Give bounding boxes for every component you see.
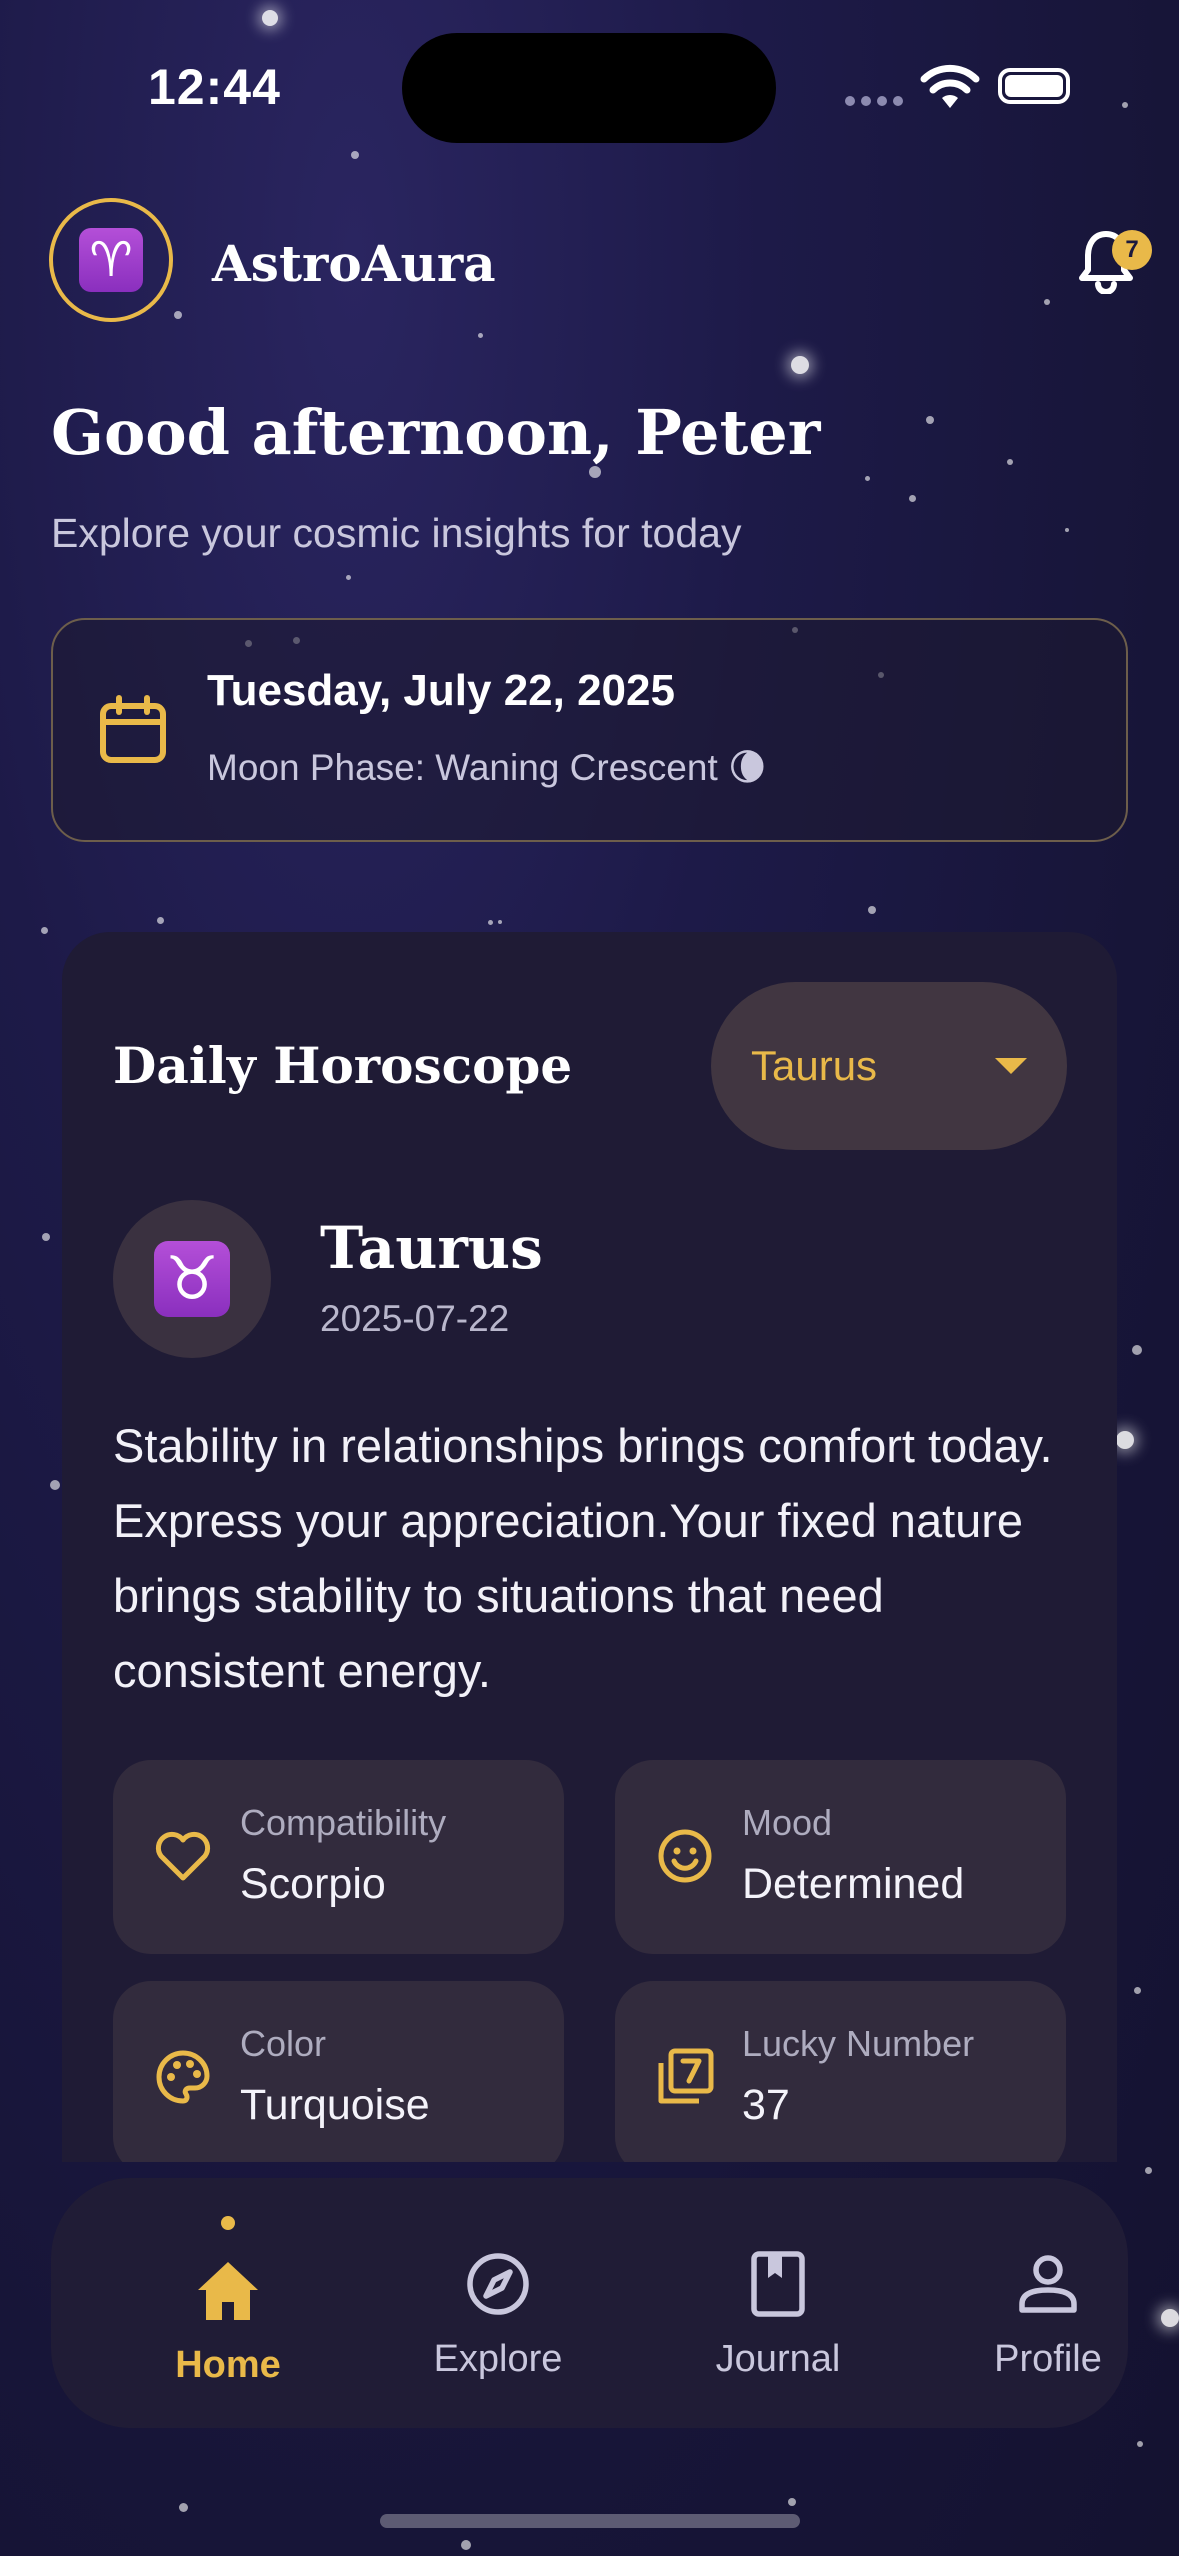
star xyxy=(908,494,916,502)
star xyxy=(345,574,351,580)
selected-sign: Taurus xyxy=(751,1042,878,1089)
star xyxy=(262,10,278,26)
status-time: 12:44 xyxy=(148,59,281,115)
number-icon xyxy=(658,2048,714,2104)
sign-name: Taurus xyxy=(320,1214,543,1282)
horoscope-title: Daily Horoscope xyxy=(113,1036,573,1095)
stat-value: Turquoise xyxy=(240,2081,430,2129)
home-icon xyxy=(198,2262,258,2320)
nav-profile[interactable]: Profile xyxy=(948,2178,1148,2428)
stat-label: Mood xyxy=(742,1802,833,1843)
star xyxy=(156,916,164,924)
star xyxy=(40,926,48,934)
calendar-icon xyxy=(100,695,166,763)
star xyxy=(1122,102,1128,108)
nav-journal[interactable]: Journal xyxy=(678,2178,878,2428)
smiley-icon xyxy=(658,1829,712,1883)
app-logo[interactable]: ♈ xyxy=(49,198,173,322)
notification-badge: 7 xyxy=(1112,230,1152,270)
star xyxy=(1137,2441,1143,2447)
star xyxy=(868,906,876,914)
star xyxy=(1133,1986,1141,1994)
compass-icon xyxy=(467,2253,529,2315)
star xyxy=(461,2540,471,2550)
zodiac-sign-dropdown[interactable]: Taurus xyxy=(711,982,1067,1150)
wifi-icon xyxy=(920,64,980,108)
greeting-title: Good afternoon, Peter xyxy=(51,396,821,469)
star xyxy=(1116,1431,1134,1449)
star xyxy=(178,2502,188,2512)
stat-label: Compatibility xyxy=(240,1802,447,1843)
star xyxy=(351,151,359,159)
journal-icon xyxy=(751,2251,805,2317)
current-date: Tuesday, July 22, 2025 xyxy=(207,666,675,715)
star xyxy=(1044,299,1050,305)
star xyxy=(926,416,934,424)
greeting-subtitle: Explore your cosmic insights for today xyxy=(51,510,742,556)
chevron-down-icon xyxy=(995,1058,1027,1074)
stat-label: Color xyxy=(240,2023,327,2064)
sign-avatar: ♉ xyxy=(113,1200,271,1358)
taurus-icon: ♉ xyxy=(154,1241,230,1317)
star xyxy=(788,2498,796,2506)
star xyxy=(487,919,493,925)
active-indicator xyxy=(221,2216,235,2230)
palette-icon xyxy=(156,2050,210,2104)
star xyxy=(1144,2166,1152,2174)
horoscope-text: Stability in relationships brings comfor… xyxy=(113,1419,1053,1697)
app-title: AstroAura xyxy=(212,234,496,293)
cellular-signal-icon xyxy=(845,96,903,106)
profile-icon xyxy=(1019,2255,1077,2313)
star xyxy=(498,920,502,924)
daily-horoscope-card: Daily Horoscope Taurus ♉ Taurus 2025-07-… xyxy=(62,932,1117,2162)
star xyxy=(1007,459,1013,465)
stat-label: Lucky Number xyxy=(742,2023,975,2064)
heart-icon xyxy=(155,1831,211,1881)
lucky-number-tile: Lucky Number 37 xyxy=(615,1981,1066,2162)
compatibility-tile: Compatibility Scorpio xyxy=(113,1760,564,1954)
nav-label: Home xyxy=(175,2344,281,2386)
aries-logo-icon: ♈ xyxy=(79,228,143,292)
date-card: Tuesday, July 22, 2025 Moon Phase: Wanin… xyxy=(51,618,1128,842)
home-indicator xyxy=(380,2514,800,2528)
sign-date: 2025-07-22 xyxy=(320,1298,510,1339)
star xyxy=(1132,1345,1142,1355)
star xyxy=(477,332,483,338)
dynamic-island xyxy=(402,33,776,143)
bottom-navigation: Home Explore Journal Profile xyxy=(51,2178,1128,2428)
nav-label: Profile xyxy=(994,2338,1102,2380)
moon-phase: Moon Phase: Waning Crescent 🌘 xyxy=(207,747,767,788)
star xyxy=(1161,2309,1179,2327)
star xyxy=(1065,528,1069,532)
star xyxy=(791,356,809,374)
nav-explore[interactable]: Explore xyxy=(398,2178,598,2428)
nav-label: Journal xyxy=(715,2338,841,2380)
star xyxy=(174,311,182,319)
color-tile: Color Turquoise xyxy=(113,1981,564,2162)
stat-value: 37 xyxy=(742,2081,790,2129)
mood-tile: Mood Determined xyxy=(615,1760,1066,1954)
stat-value: Scorpio xyxy=(240,1860,386,1908)
battery-icon xyxy=(998,68,1070,104)
star xyxy=(864,475,870,481)
star xyxy=(50,1480,60,1490)
star xyxy=(42,1233,50,1241)
stat-value: Determined xyxy=(742,1860,965,1908)
nav-label: Explore xyxy=(433,2338,563,2380)
nav-home[interactable]: Home xyxy=(128,2178,328,2428)
